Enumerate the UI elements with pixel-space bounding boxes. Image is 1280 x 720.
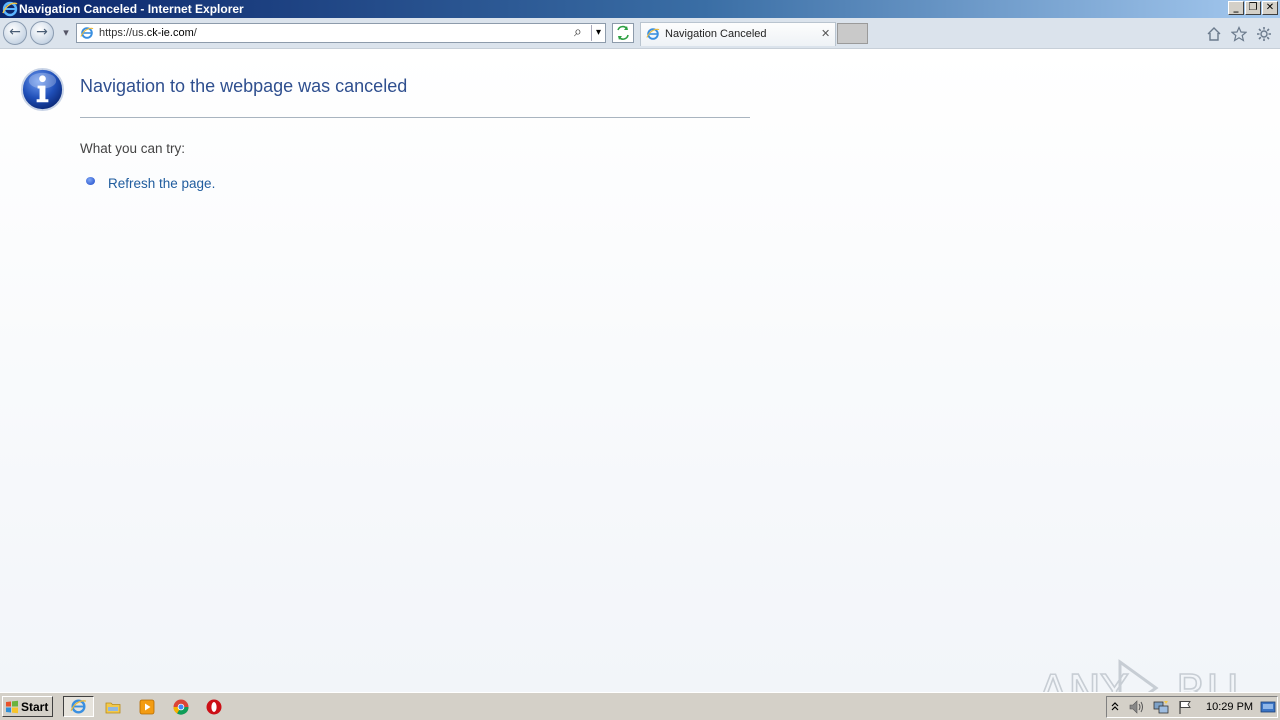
window-title: Navigation Canceled - Internet Explorer: [19, 2, 244, 16]
ie-page-icon: [80, 27, 94, 39]
windows-logo-icon: [6, 700, 18, 714]
what-you-can-try-label: What you can try:: [80, 141, 186, 156]
page-title: Navigation to the webpage was canceled: [80, 76, 408, 96]
chrome-icon[interactable]: [172, 698, 190, 716]
restore-button[interactable]: ❐: [1245, 1, 1261, 15]
tab-navigation-canceled[interactable]: Navigation Canceled ✕: [640, 22, 836, 46]
action-center-flag-icon[interactable]: [1177, 699, 1193, 715]
bullet-icon: [86, 177, 95, 185]
address-url: https://us.ck-ie.com/: [99, 25, 197, 41]
address-dropdown-button[interactable]: ▾: [591, 25, 605, 41]
back-button[interactable]: ←: [3, 21, 27, 45]
network-icon[interactable]: [1152, 699, 1170, 715]
settings-gear-icon[interactable]: [1256, 26, 1272, 42]
history-dropdown-button[interactable]: ▾: [60, 26, 72, 40]
ie-logo-icon: [2, 1, 18, 17]
forward-button[interactable]: →: [30, 21, 54, 45]
show-hidden-icons-chevron-icon[interactable]: [1110, 700, 1120, 712]
address-url-suffix: /: [193, 27, 197, 39]
window-title-bar[interactable]: Navigation Canceled - Internet Explorer …: [0, 0, 1280, 18]
refresh-page-link[interactable]: Refresh the page.: [108, 176, 215, 191]
show-desktop-icon[interactable]: [1260, 700, 1276, 714]
minimize-button[interactable]: _: [1228, 1, 1244, 15]
tab-close-icon[interactable]: ✕: [821, 27, 830, 41]
taskbar: Start 10:29 PM: [0, 692, 1280, 720]
address-url-domain: ck-ie.com: [146, 27, 194, 39]
search-icon[interactable]: ⌕: [574, 24, 582, 41]
close-button[interactable]: ✕: [1262, 1, 1278, 15]
divider: [80, 117, 750, 118]
address-url-prefix: https://us.: [99, 27, 147, 39]
refresh-arrows-icon: [617, 25, 629, 40]
ie-taskbar-icon: [70, 699, 87, 714]
address-bar[interactable]: https://us.ck-ie.com/ ⌕ ▾: [76, 23, 606, 43]
ie-tab-icon: [646, 28, 660, 40]
start-button[interactable]: Start: [2, 696, 53, 717]
favorites-star-icon[interactable]: [1231, 26, 1247, 42]
page-content: Navigation to the webpage was canceled W…: [0, 49, 1280, 718]
taskbar-clock[interactable]: 10:29 PM: [1206, 701, 1253, 713]
taskbar-ie-button[interactable]: [63, 696, 94, 717]
info-icon: [20, 67, 65, 112]
media-player-icon[interactable]: [138, 698, 156, 716]
refresh-button[interactable]: [612, 23, 634, 43]
volume-icon[interactable]: [1128, 699, 1146, 715]
tab-label: Navigation Canceled: [665, 28, 767, 40]
start-label: Start: [21, 700, 49, 714]
home-icon[interactable]: [1206, 26, 1222, 42]
file-explorer-icon[interactable]: [104, 698, 122, 716]
opera-icon[interactable]: [205, 698, 223, 716]
new-tab-button[interactable]: [837, 23, 868, 44]
